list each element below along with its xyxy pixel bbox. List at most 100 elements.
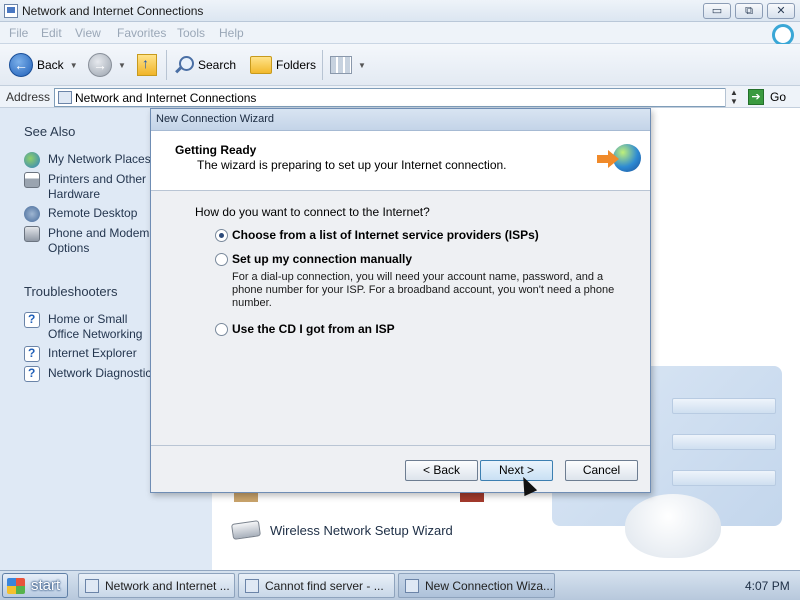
window-title: Network and Internet Connections <box>22 4 204 18</box>
address-label: Address <box>6 90 51 104</box>
address-value: Network and Internet Connections <box>75 91 257 105</box>
next-button[interactable]: Next > <box>480 460 553 481</box>
back-arrow-icon: ← <box>9 53 33 77</box>
folder-icon <box>250 56 272 74</box>
option-label: Choose from a list of Internet service p… <box>232 228 539 242</box>
start-label: start <box>31 577 61 594</box>
toolbar-separator <box>166 50 167 80</box>
go-arrow-icon: ➔ <box>748 89 764 105</box>
menu-favorites[interactable]: Favorites <box>117 26 166 40</box>
troubleshooters-title: Troubleshooters <box>24 284 118 299</box>
taskbar-item-wizard[interactable]: New Connection Wiza... <box>398 573 555 598</box>
menu-tools[interactable]: Tools <box>177 26 205 40</box>
taskbar-item-label: New Connection Wiza... <box>425 578 554 593</box>
help-icon <box>24 366 40 382</box>
connection-icon <box>234 492 258 502</box>
taskbar: start Network and Internet ... Cannot fi… <box>0 570 800 600</box>
folder-icon <box>58 91 72 104</box>
option-use-cd[interactable]: Use the CD I got from an ISP <box>215 322 395 336</box>
cancel-button[interactable]: Cancel <box>565 460 638 481</box>
option-manual-setup[interactable]: Set up my connection manually <box>215 252 412 266</box>
taskbar-clock: 4:07 PM <box>745 579 790 593</box>
illustration-bar <box>672 434 776 450</box>
header-title: Getting Ready <box>175 143 257 157</box>
toolbar-separator <box>322 50 323 80</box>
back-label: Back <box>37 58 64 72</box>
back-button[interactable]: ← Back ▼ <box>9 52 78 78</box>
windows-logo-icon <box>766 22 794 46</box>
internet-globe-icon <box>597 143 641 177</box>
forward-arrow-icon: → <box>88 53 112 77</box>
remote-desktop-icon <box>24 206 40 222</box>
printer-icon <box>24 172 40 188</box>
taskbar-item-browser[interactable]: Cannot find server - ... <box>238 573 395 598</box>
dialog-title: New Connection Wizard <box>151 109 650 131</box>
folder-icon <box>85 578 99 593</box>
phone-icon <box>24 226 40 242</box>
views-button[interactable]: ▼ <box>330 52 366 78</box>
up-folder-button[interactable] <box>137 52 157 78</box>
help-icon <box>24 312 40 328</box>
start-button[interactable]: start <box>2 573 68 598</box>
connection-icon <box>460 492 484 502</box>
sidebar-item-label: Home or Small Office Networking <box>48 312 143 341</box>
windows-flag-icon <box>7 577 25 594</box>
taskbar-item-network[interactable]: Network and Internet ... <box>78 573 235 598</box>
wireless-setup-link[interactable]: Wireless Network Setup Wizard <box>231 520 453 540</box>
wireless-adapter-icon <box>231 520 261 540</box>
sidebar-item-label: Internet Explorer <box>48 346 137 360</box>
chevron-down-icon[interactable]: ▼ <box>70 61 78 70</box>
illustration-bar <box>672 470 776 486</box>
sidebar-item-label: My Network Places <box>48 152 151 166</box>
forward-button[interactable]: → ▼ <box>88 52 126 78</box>
window-titlebar: Network and Internet Connections ▭ ⧉ ✕ <box>0 0 800 22</box>
radio-choose-isp[interactable] <box>215 228 228 242</box>
menu-bar: File Edit View Favorites Tools Help <box>0 22 800 46</box>
dialog-body: How do you want to connect to the Intern… <box>151 192 650 446</box>
address-dropdown-button[interactable]: ▲ ▼ <box>725 88 742 107</box>
chevron-down-icon[interactable]: ▼ <box>118 61 126 70</box>
folders-label: Folders <box>276 58 317 72</box>
connection-question: How do you want to connect to the Intern… <box>195 205 430 219</box>
radio-use-cd[interactable] <box>215 322 228 336</box>
menu-file[interactable]: File <box>9 26 28 40</box>
menu-view[interactable]: View <box>75 26 101 40</box>
radio-manual-setup[interactable] <box>215 252 228 266</box>
minimize-button[interactable]: ▭ <box>703 3 731 19</box>
menu-edit[interactable]: Edit <box>41 26 62 40</box>
sidebar-item-label: Printers and Other Hardware <box>48 172 147 201</box>
address-field[interactable]: Network and Internet Connections <box>54 88 742 107</box>
internet-explorer-icon <box>245 578 259 593</box>
taskbar-item-label: Network and Internet ... <box>105 578 230 593</box>
go-button[interactable]: ➔ Go <box>748 89 786 105</box>
option-label: Set up my connection manually <box>232 252 413 266</box>
go-label: Go <box>770 90 787 104</box>
folders-button[interactable]: Folders <box>250 52 316 78</box>
dialog-divider <box>151 445 650 446</box>
wireless-setup-label: Wireless Network Setup Wizard <box>270 522 453 538</box>
search-label: Search <box>198 58 237 72</box>
new-connection-wizard-dialog: New Connection Wizard Getting Ready The … <box>150 108 651 493</box>
network-illustration-dome <box>625 494 721 558</box>
help-icon <box>24 346 40 362</box>
chevron-down-icon[interactable]: ▼ <box>358 61 366 70</box>
menu-help[interactable]: Help <box>219 26 244 40</box>
wizard-icon <box>405 578 419 593</box>
sidebar-item-label: Remote Desktop <box>48 206 138 220</box>
up-folder-icon <box>137 54 157 76</box>
dialog-header: Getting Ready The wizard is preparing to… <box>151 131 650 191</box>
option-label: Use the CD I got from an ISP <box>232 322 395 336</box>
search-icon <box>174 55 194 75</box>
header-subtitle: The wizard is preparing to set up your I… <box>197 158 507 172</box>
close-button[interactable]: ✕ <box>767 3 795 19</box>
sidebar-item-label: Network Diagnostics <box>48 366 158 380</box>
address-bar: Address Network and Internet Connections… <box>0 86 800 108</box>
illustration-bar <box>672 398 776 414</box>
search-button[interactable]: Search <box>174 52 236 78</box>
option-choose-isp[interactable]: Choose from a list of Internet service p… <box>215 228 539 242</box>
back-wizard-button[interactable]: < Back <box>405 460 478 481</box>
toolbar: ← Back ▼ → ▼ Search Folders ▼ <box>0 44 800 86</box>
taskbar-item-label: Cannot find server - ... <box>265 578 384 593</box>
see-also-title: See Also <box>24 124 76 139</box>
maximize-button[interactable]: ⧉ <box>735 3 763 19</box>
